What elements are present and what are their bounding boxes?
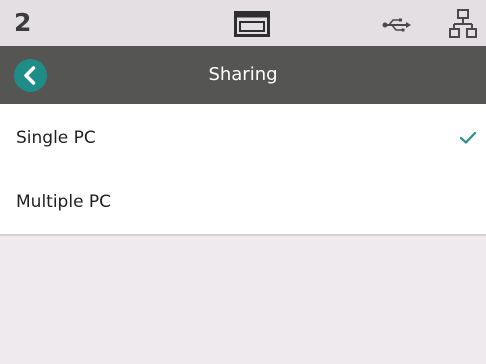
option-single-pc[interactable]: Single PC xyxy=(0,106,486,170)
option-label: Multiple PC xyxy=(16,192,112,212)
network-icon xyxy=(449,9,477,38)
back-button[interactable] xyxy=(14,59,47,92)
title-bar: Sharing xyxy=(0,46,486,104)
check-icon xyxy=(459,131,477,144)
options-list: Single PC Multiple PC xyxy=(0,104,486,236)
option-label: Single PC xyxy=(16,128,96,148)
screen: 2 Sharing Single PC Multiple PC xyxy=(0,0,486,364)
page-title: Sharing xyxy=(208,64,278,85)
display-icon xyxy=(234,11,270,37)
option-multiple-pc[interactable]: Multiple PC xyxy=(0,170,486,234)
status-number: 2 xyxy=(14,8,32,37)
status-bar: 2 xyxy=(0,0,486,46)
usb-icon xyxy=(382,18,411,32)
chevron-left-icon xyxy=(24,66,36,85)
